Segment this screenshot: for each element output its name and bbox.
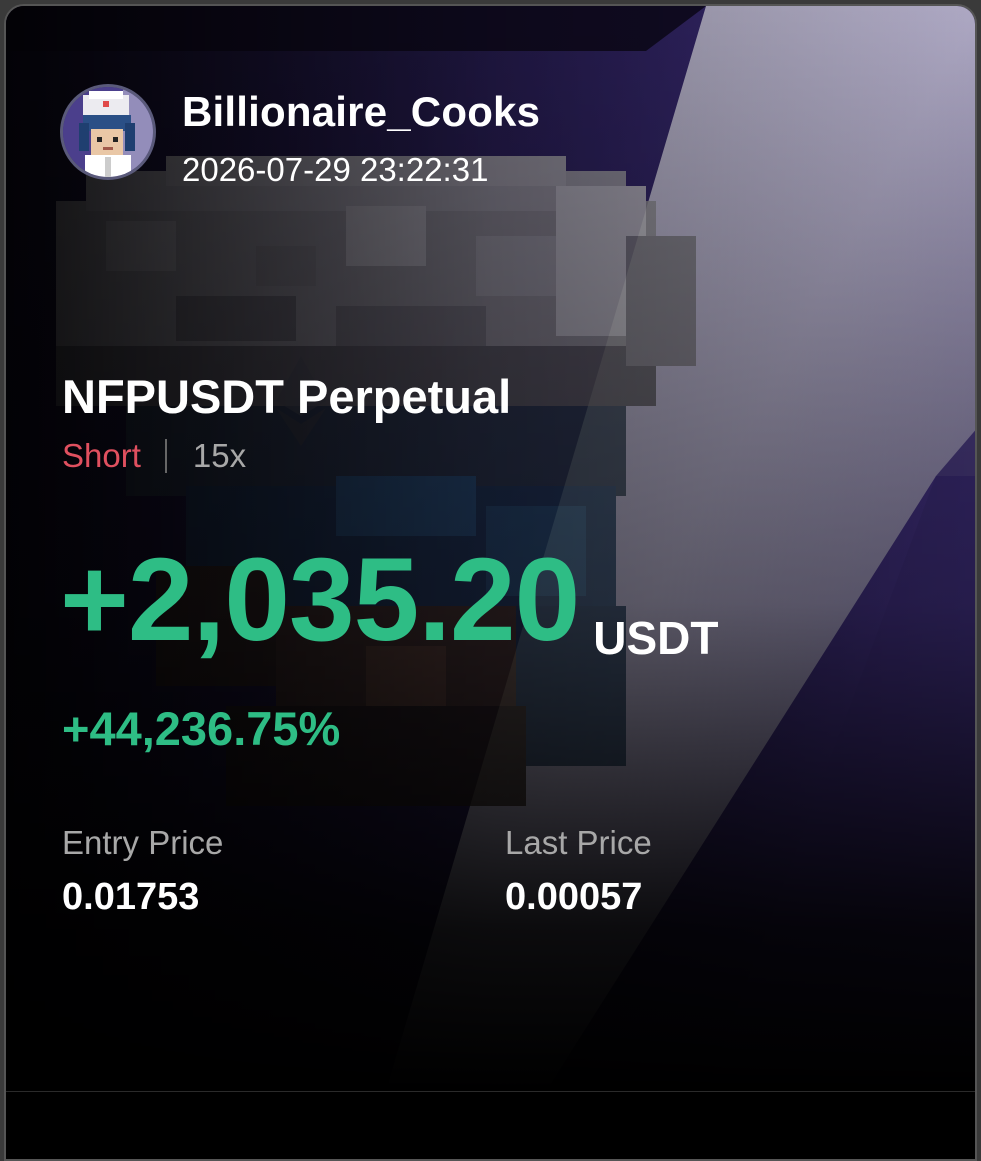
entry-price-block: Entry Price 0.01753: [62, 824, 223, 919]
pair-title: NFPUSDT Perpetual: [62, 370, 512, 423]
last-price-block: Last Price 0.00057: [505, 824, 652, 919]
chef-avatar-icon: [63, 87, 153, 177]
card-footer-band: [6, 1091, 975, 1159]
pnl-amount: +2,035.20: [60, 534, 580, 666]
side-label: Short: [62, 437, 141, 474]
entry-price-label: Entry Price: [62, 824, 224, 861]
entry-price-value: 0.01753: [62, 876, 200, 918]
leverage-label: 15x: [192, 437, 247, 474]
username: Billionaire_Cooks: [182, 88, 541, 135]
roi-percent: +44,236.75%: [62, 702, 341, 755]
pnl-unit: USDT: [593, 612, 719, 664]
pnl-row: +2,035.20 USDT: [60, 534, 718, 666]
timestamp: 2026-07-29 23:22:31: [182, 151, 489, 188]
position-side-row: Short 15x: [62, 436, 246, 476]
user-avatar: [60, 84, 156, 180]
pnl-share-card: Billionaire_Cooks 2026-07-29 23:22:31 NF…: [4, 4, 977, 1161]
last-price-label: Last Price: [505, 824, 652, 861]
divider: [164, 439, 167, 473]
last-price-value: 0.00057: [505, 876, 643, 918]
